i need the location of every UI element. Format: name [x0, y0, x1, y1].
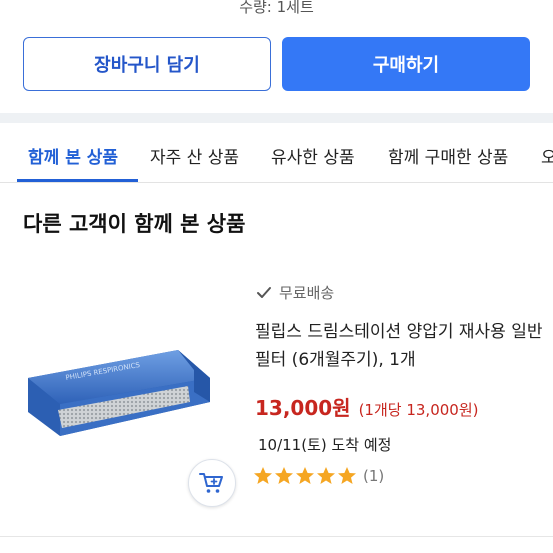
quantity-text: 수량: 1세트: [239, 0, 314, 16]
star-icon: [317, 467, 335, 484]
cart-plus-icon: [199, 473, 223, 493]
review-count: (1): [363, 467, 385, 485]
buy-button[interactable]: 구매하기: [282, 37, 530, 91]
list-divider: [0, 536, 553, 537]
free-shipping-badge: 무료배송: [255, 282, 334, 303]
product-title[interactable]: 필립스 드림스테이션 양압기 재사용 일반 필터 (6개월주기), 1개: [255, 318, 545, 374]
product-image[interactable]: PHILIPS RESPIRONICS: [18, 340, 218, 452]
add-to-cart-button[interactable]: 장바구니 담기: [23, 37, 271, 91]
section-divider: [0, 113, 553, 123]
section-title: 다른 고객이 함께 본 상품: [23, 212, 246, 236]
star-icon: [254, 467, 272, 484]
star-icon: [296, 467, 314, 484]
star-icon: [338, 467, 356, 484]
tab-frequently-bought[interactable]: 자주 산 상품: [150, 143, 239, 168]
tab-overflow[interactable]: 오: [541, 143, 553, 168]
unit-price: (1개당 13,000원): [358, 401, 479, 419]
active-tab-indicator: [17, 179, 138, 182]
recommendation-tabs: 함께 본 상품 자주 산 상품 유사한 상품 함께 구매한 상품 오: [0, 123, 553, 183]
delivery-date: 10/11(토) 도착 예정: [258, 436, 392, 454]
tab-bought-together[interactable]: 함께 구매한 상품: [388, 143, 508, 168]
product-price: 13,000원: [255, 396, 351, 420]
free-shipping-label: 무료배송: [279, 284, 335, 302]
tab-viewed-together[interactable]: 함께 본 상품: [28, 143, 118, 168]
rating: (1): [253, 466, 384, 486]
add-to-cart-icon-button[interactable]: [188, 459, 236, 507]
price-row: 13,000원 (1개당 13,000원): [255, 392, 478, 421]
check-icon: [257, 286, 271, 298]
star-icon: [275, 467, 293, 484]
tab-similar[interactable]: 유사한 상품: [271, 143, 355, 168]
